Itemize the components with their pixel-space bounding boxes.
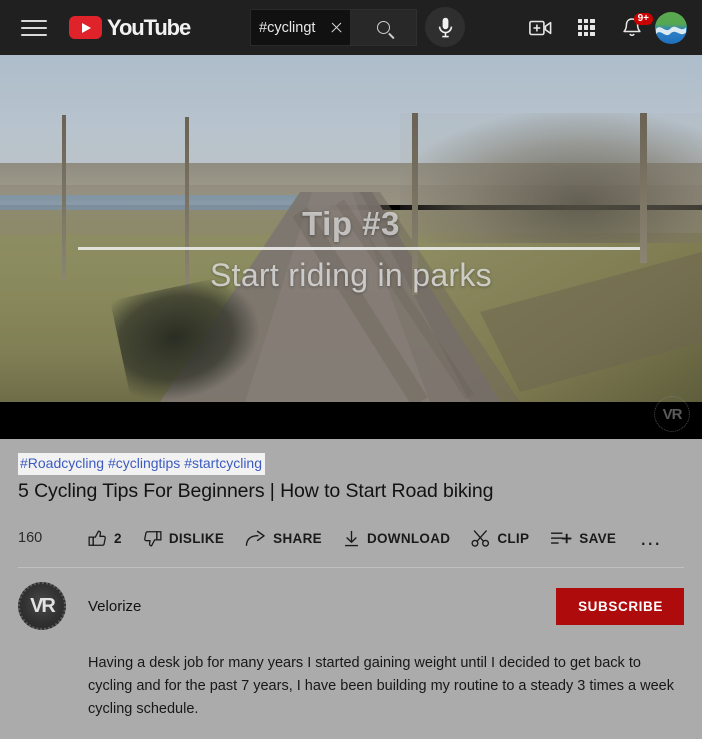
search-button[interactable] bbox=[351, 9, 417, 46]
notification-badge: 9+ bbox=[633, 12, 653, 25]
masthead: YouTube #cyclingt 9+ bbox=[0, 0, 702, 55]
voice-search-button[interactable] bbox=[425, 7, 465, 47]
video-hashtags[interactable]: #Roadcycling #cyclingtips #startcycling bbox=[18, 453, 265, 475]
channel-name[interactable]: Velorize bbox=[88, 598, 141, 615]
letterbox-bar bbox=[0, 402, 702, 439]
create-video-icon bbox=[528, 20, 551, 35]
clip-button[interactable]: CLIP bbox=[471, 529, 529, 548]
share-arrow-icon bbox=[245, 529, 266, 548]
channel-watermark[interactable]: VR bbox=[654, 396, 690, 432]
overlay-subtitle: Start riding in parks bbox=[210, 257, 492, 293]
overlay-title: Tip #3 bbox=[302, 205, 400, 242]
thumbs-down-icon bbox=[143, 529, 162, 548]
download-button[interactable]: DOWNLOAD bbox=[343, 529, 450, 548]
search-input-value: #cyclingt bbox=[259, 19, 316, 36]
like-button[interactable]: 2 bbox=[88, 529, 122, 548]
youtube-wordmark: YouTube bbox=[107, 14, 191, 40]
hamburger-menu-icon[interactable] bbox=[21, 17, 47, 39]
video-description: Having a desk job for many years I start… bbox=[88, 655, 674, 717]
account-avatar[interactable] bbox=[655, 11, 687, 44]
video-title: 5 Cycling Tips For Beginners | How to St… bbox=[18, 480, 494, 502]
notifications-button[interactable]: 9+ bbox=[609, 5, 655, 51]
download-icon bbox=[343, 529, 360, 548]
header-icon-group: 9+ bbox=[517, 0, 702, 55]
scissors-icon bbox=[471, 529, 490, 548]
search-icon bbox=[377, 21, 390, 34]
apps-grid-icon bbox=[577, 19, 595, 36]
wave-avatar-icon bbox=[656, 26, 686, 35]
save-label: SAVE bbox=[579, 530, 617, 546]
overlay-divider-line bbox=[78, 247, 640, 250]
youtube-logo[interactable]: YouTube bbox=[69, 14, 191, 41]
channel-row: VR Velorize SUBSCRIBE bbox=[0, 568, 702, 630]
video-info: #Roadcycling #cyclingtips #startcycling … bbox=[0, 439, 702, 553]
video-actions-row: 160 2 DISLIKE SHARE DOWNLOAD CLIP SAVE … bbox=[18, 523, 684, 553]
more-actions-button[interactable]: … bbox=[639, 527, 663, 549]
save-button[interactable]: SAVE bbox=[550, 530, 616, 547]
dislike-button[interactable]: DISLIKE bbox=[143, 529, 224, 548]
channel-avatar[interactable]: VR bbox=[18, 582, 66, 630]
search-bar: #cyclingt bbox=[250, 9, 417, 46]
clear-search-icon[interactable] bbox=[330, 21, 343, 34]
subscribe-button[interactable]: SUBSCRIBE bbox=[556, 587, 684, 625]
video-frame: Tip #3 Start riding in parks bbox=[0, 55, 702, 402]
search-input[interactable]: #cyclingt bbox=[250, 9, 351, 46]
share-button[interactable]: SHARE bbox=[245, 529, 322, 548]
thumbs-up-icon bbox=[88, 529, 107, 548]
share-label: SHARE bbox=[273, 530, 322, 546]
video-player[interactable]: Tip #3 Start riding in parks VR bbox=[0, 55, 702, 439]
view-count: 160 bbox=[18, 530, 43, 546]
dislike-label: DISLIKE bbox=[168, 530, 225, 546]
create-video-button[interactable] bbox=[517, 5, 563, 51]
save-playlist-icon bbox=[550, 530, 572, 547]
like-count: 2 bbox=[114, 530, 122, 546]
microphone-icon bbox=[438, 17, 452, 37]
play-triangle-icon bbox=[69, 16, 102, 39]
download-label: DOWNLOAD bbox=[366, 530, 451, 546]
tree-trunk bbox=[62, 115, 66, 280]
clip-label: CLIP bbox=[497, 530, 530, 546]
youtube-apps-button[interactable] bbox=[563, 5, 609, 51]
